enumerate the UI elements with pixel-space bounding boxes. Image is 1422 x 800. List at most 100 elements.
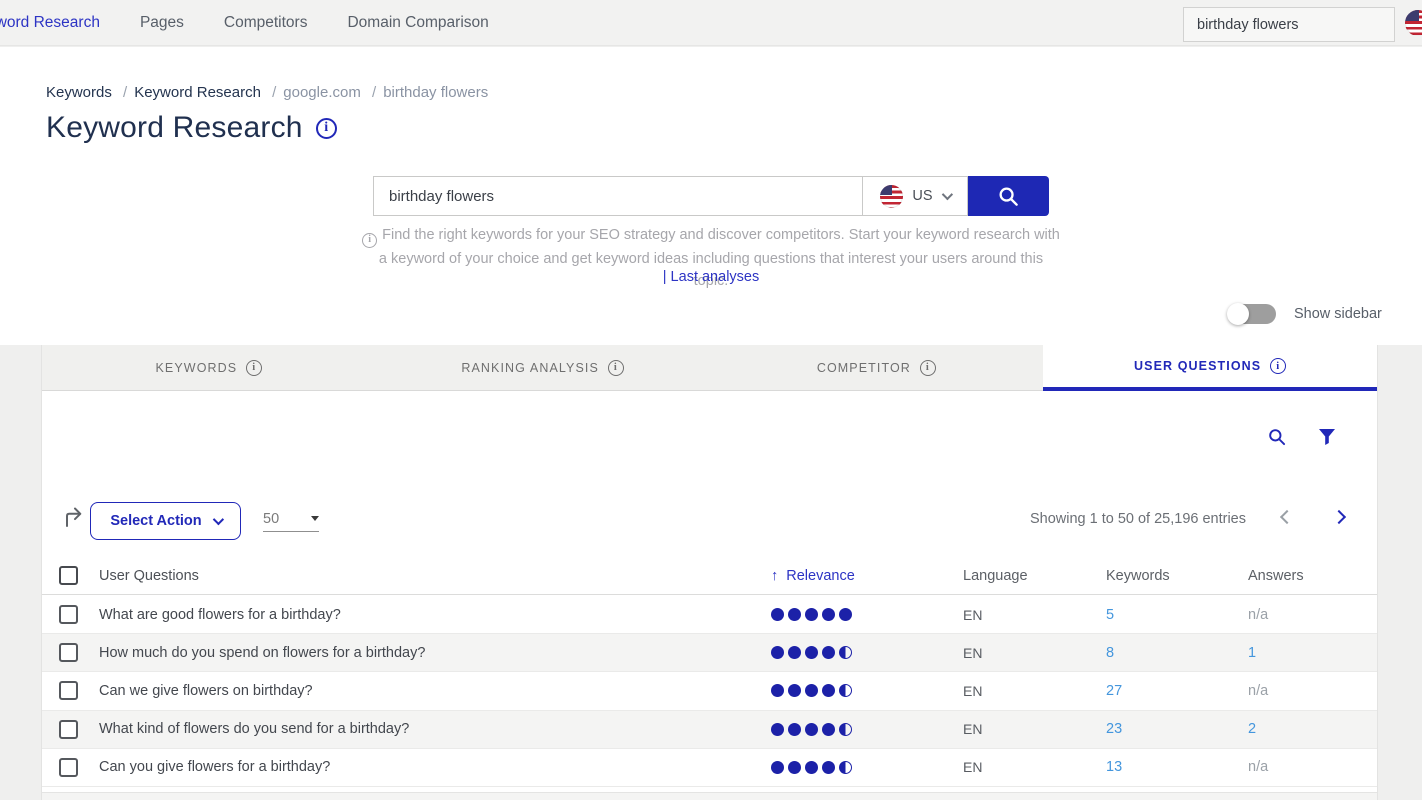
select-action-dropdown[interactable]: Select Action: [90, 502, 241, 540]
last-analyses-link[interactable]: | Last analyses: [361, 269, 1061, 285]
question-cell[interactable]: What kind of flowers do you send for a b…: [99, 721, 771, 737]
breadcrumb-separator: /: [123, 84, 127, 101]
us-flag-icon[interactable]: [1405, 10, 1422, 36]
page-size-select[interactable]: 50: [263, 506, 319, 532]
top-nav-item[interactable]: Keyword Research: [0, 14, 100, 32]
tab[interactable]: KEYWORDS: [42, 345, 376, 391]
breadcrumb-separator: /: [372, 84, 376, 101]
breadcrumb-item[interactable]: / google.com: [265, 84, 361, 101]
breadcrumb-label[interactable]: google.com: [283, 84, 361, 101]
question-cell[interactable]: Can we give flowers on birthday?: [99, 683, 771, 699]
relevance-dot: [822, 761, 835, 774]
language-cell: EN: [956, 607, 1098, 623]
row-checkbox[interactable]: [59, 758, 78, 777]
column-header-relevance[interactable]: ↑Relevance: [771, 568, 956, 584]
export-arrow-icon: [62, 505, 86, 529]
table-row: Can we give flowers on birthday? EN 27 n…: [42, 672, 1377, 710]
sort-ascending-icon: ↑: [771, 568, 778, 584]
relevance-dot: [771, 684, 784, 697]
top-nav-item[interactable]: Domain Comparison: [347, 14, 488, 32]
answers-cell[interactable]: n/a: [1237, 607, 1377, 623]
tab[interactable]: RANKING ANALYSIS: [376, 345, 710, 391]
show-sidebar-label: Show sidebar: [1294, 306, 1382, 322]
export-button[interactable]: [62, 505, 86, 534]
search-button[interactable]: [968, 176, 1049, 216]
relevance-dot: [788, 608, 801, 621]
filter-icon: [1318, 428, 1336, 446]
answers-cell[interactable]: 1: [1237, 645, 1377, 661]
tab[interactable]: COMPETITOR: [710, 345, 1044, 391]
top-search-input[interactable]: [1183, 7, 1395, 42]
breadcrumb-item[interactable]: / Keyword Research: [116, 84, 261, 101]
question-cell[interactable]: What are good flowers for a birthday?: [99, 607, 771, 623]
toggle-knob: [1227, 303, 1249, 325]
row-checkbox[interactable]: [59, 681, 78, 700]
show-sidebar-toggle[interactable]: [1228, 304, 1276, 324]
breadcrumb-label[interactable]: birthday flowers: [383, 84, 488, 101]
row-checkbox[interactable]: [59, 720, 78, 739]
table-search-button[interactable]: [1267, 427, 1287, 447]
filter-button[interactable]: [1318, 428, 1336, 446]
breadcrumb-label[interactable]: Keywords: [46, 84, 112, 101]
language-cell: EN: [956, 721, 1098, 737]
tab-info-icon[interactable]: [1270, 358, 1286, 374]
keywords-link[interactable]: 5: [1098, 607, 1237, 623]
relevance-dot: [839, 684, 852, 697]
question-cell[interactable]: How much do you spend on flowers for a b…: [99, 645, 771, 661]
language-cell: EN: [956, 645, 1098, 661]
country-code: US: [912, 188, 932, 204]
question-cell[interactable]: Can you give flowers for a birthday?: [99, 759, 771, 775]
title-info-icon[interactable]: [316, 118, 337, 139]
top-nav-item[interactable]: Pages: [140, 14, 184, 32]
keyword-input[interactable]: [373, 176, 862, 216]
breadcrumb: /Keywords /Keyword Research /google.com …: [46, 84, 488, 101]
relevance-dot: [839, 646, 852, 659]
relevance-dot: [771, 646, 784, 659]
breadcrumb-item[interactable]: / birthday flowers: [365, 84, 488, 101]
column-header-questions: User Questions: [99, 568, 771, 584]
row-checkbox[interactable]: [59, 643, 78, 662]
language-cell: EN: [956, 683, 1098, 699]
column-header-language[interactable]: Language: [956, 568, 1098, 584]
country-select[interactable]: US: [862, 176, 968, 216]
tab-info-icon[interactable]: [920, 360, 936, 376]
table-row: What are good flowers for a birthday? EN…: [42, 596, 1377, 634]
column-header-keywords[interactable]: Keywords: [1098, 568, 1237, 584]
info-icon: [362, 233, 377, 248]
select-all-checkbox[interactable]: [59, 566, 78, 585]
answers-cell[interactable]: n/a: [1237, 683, 1377, 699]
relevance-dots: [771, 646, 956, 659]
relevance-dot: [805, 608, 818, 621]
relevance-dot: [788, 684, 801, 697]
table-toolbar: Select Action 50 Showing 1 to 50 of 25,1…: [42, 495, 1377, 550]
tab[interactable]: USER QUESTIONS: [1043, 345, 1377, 391]
tab-info-icon[interactable]: [608, 360, 624, 376]
top-nav-item[interactable]: Competitors: [224, 14, 308, 32]
answers-cell[interactable]: 2: [1237, 721, 1377, 737]
pagination-status: Showing 1 to 50 of 25,196 entries: [1030, 511, 1246, 527]
relevance-dots: [771, 723, 956, 736]
tab-info-icon[interactable]: [246, 360, 262, 376]
relevance-dot: [805, 723, 818, 736]
next-page-button[interactable]: [1332, 510, 1346, 524]
keywords-link[interactable]: 23: [1098, 721, 1237, 737]
keywords-link[interactable]: 27: [1098, 683, 1237, 699]
column-header-answers[interactable]: Answers: [1237, 568, 1377, 584]
tab-label: KEYWORDS: [156, 361, 238, 375]
answers-cell[interactable]: n/a: [1237, 759, 1377, 775]
page-header-section: /Keywords /Keyword Research /google.com …: [0, 47, 1422, 345]
relevance-dot: [805, 646, 818, 659]
breadcrumb-label[interactable]: Keyword Research: [134, 84, 261, 101]
keywords-link[interactable]: 13: [1098, 759, 1237, 775]
relevance-dot: [822, 646, 835, 659]
keywords-link[interactable]: 8: [1098, 645, 1237, 661]
table-row: Can you give flowers for a birthday? EN …: [42, 749, 1377, 787]
breadcrumb-item[interactable]: /Keywords: [46, 84, 112, 101]
relevance-dot: [839, 761, 852, 774]
previous-page-button[interactable]: [1280, 510, 1294, 524]
breadcrumb-separator: /: [272, 84, 276, 101]
row-checkbox[interactable]: [59, 605, 78, 624]
relevance-dot: [805, 761, 818, 774]
table-row: How much do you spend on flowers for a b…: [42, 634, 1377, 672]
relevance-dots: [771, 761, 956, 774]
